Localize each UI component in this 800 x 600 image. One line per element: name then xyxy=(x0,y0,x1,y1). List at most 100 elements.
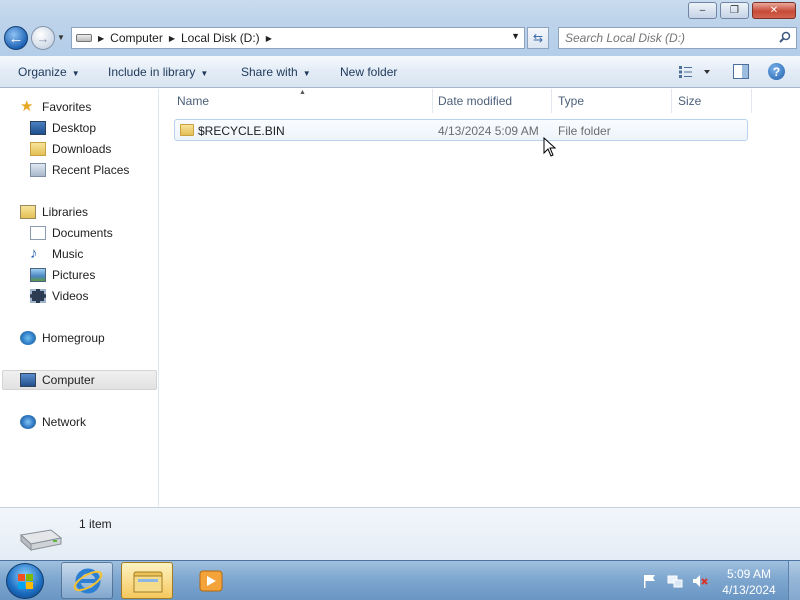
taskbar-clock[interactable]: 5:09 AM 4/13/2024 xyxy=(716,566,782,598)
share-with-menu[interactable]: Share with ▼ xyxy=(241,65,311,79)
action-center-flag-icon[interactable] xyxy=(642,573,658,589)
sidebar-item-favorites[interactable]: ★ Favorites xyxy=(20,97,91,117)
change-view-icon[interactable] xyxy=(678,65,712,79)
sidebar-item-label: Homegroup xyxy=(42,331,105,345)
forward-arrow-icon: → xyxy=(36,30,50,46)
back-arrow-icon: ← xyxy=(8,29,24,47)
maximize-button[interactable]: ❐ xyxy=(720,2,749,19)
column-header-size[interactable]: Size xyxy=(678,94,701,108)
folder-icon xyxy=(133,571,163,593)
internet-explorer-icon xyxy=(73,568,103,594)
new-folder-button[interactable]: New folder xyxy=(340,65,397,79)
navigation-pane: ★ Favorites Desktop Downloads Recent Pla… xyxy=(0,89,159,506)
sidebar-item-documents[interactable]: Documents xyxy=(30,223,113,243)
file-date-modified: 4/13/2024 5:09 AM xyxy=(438,124,539,138)
search-box[interactable] xyxy=(558,27,797,49)
file-type: File folder xyxy=(558,124,611,138)
refresh-button[interactable]: ⇆ xyxy=(527,27,549,49)
start-button[interactable] xyxy=(6,563,44,599)
sidebar-item-label: Downloads xyxy=(52,142,112,156)
sidebar-item-label: Desktop xyxy=(52,121,97,135)
network-icon xyxy=(20,415,36,429)
forward-button[interactable]: → xyxy=(31,26,55,50)
column-header-type[interactable]: Type xyxy=(558,94,584,108)
taskbar-internet-explorer[interactable] xyxy=(61,562,113,599)
sidebar-item-desktop[interactable]: Desktop xyxy=(30,118,96,138)
volume-muted-icon[interactable] xyxy=(692,573,708,589)
sidebar-item-label: Favorites xyxy=(42,100,92,114)
title-bar: – ❐ ✕ ← → ▼ ▶ Computer ▶ Local Disk (D:)… xyxy=(0,0,800,56)
sidebar-item-libraries[interactable]: Libraries xyxy=(20,202,88,222)
column-divider[interactable] xyxy=(671,89,672,113)
taskbar-media-player[interactable] xyxy=(181,562,233,599)
homegroup-icon xyxy=(20,331,36,345)
sidebar-item-homegroup[interactable]: Homegroup xyxy=(20,328,105,348)
window-controls: – ❐ ✕ xyxy=(688,2,796,19)
search-icon[interactable] xyxy=(779,31,791,43)
sidebar-item-music[interactable]: ♪ Music xyxy=(30,244,83,264)
details-pane: 1 item xyxy=(0,507,800,560)
address-dropdown-button[interactable]: ▼ xyxy=(511,31,520,41)
recent-places-icon xyxy=(30,163,46,177)
include-in-library-menu[interactable]: Include in library ▼ xyxy=(108,65,208,79)
organize-menu[interactable]: Organize ▼ xyxy=(18,65,80,79)
column-header-date-modified[interactable]: Date modified xyxy=(438,94,512,108)
close-button[interactable]: ✕ xyxy=(752,2,796,19)
sidebar-item-network[interactable]: Network xyxy=(20,412,86,432)
sidebar-item-label: Videos xyxy=(52,289,89,303)
help-icon[interactable]: ? xyxy=(768,63,785,80)
chevron-down-icon: ▼ xyxy=(200,69,209,78)
sidebar-item-label: Libraries xyxy=(42,205,89,219)
recent-pages-dropdown[interactable]: ▼ xyxy=(57,33,65,42)
table-row[interactable]: $RECYCLE.BIN 4/13/2024 5:09 AM File fold… xyxy=(174,119,748,141)
sidebar-item-label: Computer xyxy=(42,373,95,387)
column-header-name[interactable]: Name xyxy=(177,94,209,108)
include-in-library-label: Include in library xyxy=(108,65,196,79)
media-player-icon xyxy=(199,570,223,592)
chevron-down-icon: ▼ xyxy=(71,69,80,78)
preview-pane-icon[interactable] xyxy=(733,64,749,79)
organize-label: Organize xyxy=(18,65,67,79)
documents-icon xyxy=(30,226,46,240)
sidebar-item-label: Documents xyxy=(52,226,113,240)
sidebar-item-label: Recent Places xyxy=(52,163,130,177)
sidebar-item-recent-places[interactable]: Recent Places xyxy=(30,160,129,180)
sidebar-item-label: Network xyxy=(42,415,87,429)
music-icon: ♪ xyxy=(30,245,38,262)
sidebar-item-downloads[interactable]: Downloads xyxy=(30,139,111,159)
sidebar-item-pictures[interactable]: Pictures xyxy=(30,265,95,285)
chevron-down-icon: ▼ xyxy=(302,69,311,78)
item-count: 1 item xyxy=(79,517,112,531)
sidebar-item-label: Pictures xyxy=(52,268,96,282)
network-status-icon[interactable] xyxy=(667,573,683,589)
drive-icon xyxy=(76,34,92,42)
taskbar-windows-explorer[interactable] xyxy=(121,562,173,599)
breadcrumb-computer[interactable]: Computer xyxy=(110,31,163,45)
sidebar-item-videos[interactable]: Videos xyxy=(30,286,88,306)
search-input[interactable] xyxy=(565,31,770,45)
desktop-icon xyxy=(30,121,46,135)
videos-icon xyxy=(30,289,46,303)
pictures-icon xyxy=(30,268,46,282)
file-list: ▲ Name Date modified Type Size $RECYCLE.… xyxy=(160,89,800,506)
command-bar: Organize ▼ Include in library ▼ Share with… xyxy=(0,56,800,88)
sidebar-item-computer[interactable]: Computer xyxy=(2,370,157,390)
column-divider[interactable] xyxy=(751,89,752,113)
chevron-right-icon[interactable]: ▶ xyxy=(169,34,175,43)
column-divider[interactable] xyxy=(551,89,552,113)
folder-icon xyxy=(180,124,194,136)
downloads-folder-icon xyxy=(30,142,46,156)
mouse-cursor-icon xyxy=(543,137,557,157)
breadcrumb-local-disk[interactable]: Local Disk (D:) xyxy=(181,31,260,45)
star-icon: ★ xyxy=(20,98,34,115)
minimize-button[interactable]: – xyxy=(688,2,717,19)
show-desktop-button[interactable] xyxy=(788,561,800,600)
address-bar[interactable]: ▶ Computer ▶ Local Disk (D:) ▶ ▼ xyxy=(71,27,525,49)
back-button[interactable]: ← xyxy=(4,26,28,50)
windows-logo-icon xyxy=(18,574,33,589)
libraries-icon xyxy=(20,205,36,219)
hard-drive-icon xyxy=(19,529,63,552)
column-divider[interactable] xyxy=(432,89,433,113)
chevron-right-icon[interactable]: ▶ xyxy=(266,34,272,43)
chevron-right-icon[interactable]: ▶ xyxy=(98,34,104,43)
